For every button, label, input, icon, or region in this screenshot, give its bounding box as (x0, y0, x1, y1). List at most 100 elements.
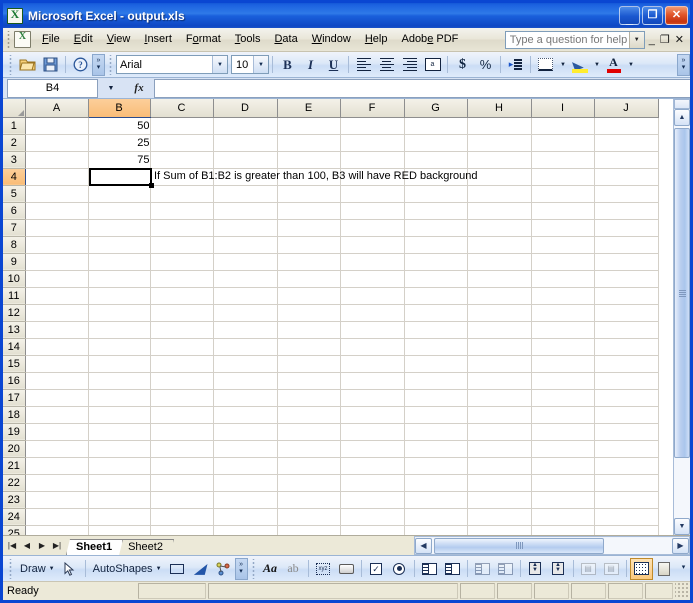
label-control-icon[interactable]: Aa (259, 558, 282, 580)
cell-h5[interactable] (467, 185, 532, 203)
cell-i11[interactable] (531, 287, 595, 305)
cell-b8[interactable] (88, 236, 151, 254)
cell-f16[interactable] (340, 372, 405, 390)
cell-j20[interactable] (594, 440, 659, 458)
formatting-toolbar-drag-handle[interactable] (107, 54, 114, 75)
cell-j1[interactable] (594, 117, 659, 135)
cell-d13[interactable] (213, 321, 278, 339)
cell-h22[interactable] (467, 474, 532, 492)
cell-i19[interactable] (531, 423, 595, 441)
cell-g10[interactable] (404, 270, 468, 288)
cell-c3[interactable] (150, 151, 214, 169)
cell-f9[interactable] (340, 253, 405, 271)
percent-button[interactable]: % (474, 54, 497, 76)
resize-grip-icon[interactable] (675, 583, 689, 599)
doc-close-button[interactable]: ✕ (675, 33, 684, 46)
cell-a8[interactable] (25, 236, 89, 254)
cell-e12[interactable] (277, 304, 341, 322)
cell-j10[interactable] (594, 270, 659, 288)
select-objects-icon[interactable] (59, 558, 82, 580)
cell-f8[interactable] (340, 236, 405, 254)
cell-f25[interactable] (340, 525, 405, 535)
cell-d1[interactable] (213, 117, 278, 135)
row-header-25[interactable]: 25 (3, 525, 26, 535)
cell-h24[interactable] (467, 508, 532, 526)
sheet-tab-sheet2[interactable]: Sheet2 (118, 539, 174, 555)
cell-g20[interactable] (404, 440, 468, 458)
cell-j15[interactable] (594, 355, 659, 373)
align-left-button[interactable] (352, 54, 375, 76)
row-header-8[interactable]: 8 (3, 236, 26, 254)
cell-h8[interactable] (467, 236, 532, 254)
cell-b19[interactable] (88, 423, 151, 441)
cell-c17[interactable] (150, 389, 214, 407)
cell-e14[interactable] (277, 338, 341, 356)
cell-d19[interactable] (213, 423, 278, 441)
drawing-toolbar-options-button[interactable]: » ▾ (234, 557, 248, 580)
merge-and-center-button[interactable]: a (421, 54, 444, 76)
cell-h10[interactable] (467, 270, 532, 288)
cell-f11[interactable] (340, 287, 405, 305)
cell-g3[interactable] (404, 151, 468, 169)
cell-e25[interactable] (277, 525, 341, 535)
cell-b21[interactable] (88, 457, 151, 475)
menu-item-adobe-pdf[interactable]: Adobe PDF (394, 30, 465, 49)
font-color-button[interactable]: A (602, 54, 625, 76)
textbox-control-icon[interactable]: ab (282, 558, 305, 580)
cell-d23[interactable] (213, 491, 278, 509)
cell-d10[interactable] (213, 270, 278, 288)
cell-h7[interactable] (467, 219, 532, 237)
cell-j6[interactable] (594, 202, 659, 220)
cell-i1[interactable] (531, 117, 595, 135)
cell-j8[interactable] (594, 236, 659, 254)
cell-i16[interactable] (531, 372, 595, 390)
cell-f7[interactable] (340, 219, 405, 237)
cell-e16[interactable] (277, 372, 341, 390)
bold-button[interactable]: B (276, 54, 299, 76)
toggle-button-control-icon[interactable] (471, 558, 494, 580)
listbox-control-icon[interactable] (418, 558, 441, 580)
cell-d22[interactable] (213, 474, 278, 492)
cell-d18[interactable] (213, 406, 278, 424)
column-header-b[interactable]: B (88, 99, 151, 118)
cell-f5[interactable] (340, 185, 405, 203)
cell-i17[interactable] (531, 389, 595, 407)
cell-f14[interactable] (340, 338, 405, 356)
save-icon[interactable] (39, 54, 62, 76)
column-header-f[interactable]: F (340, 99, 405, 118)
vertical-split-handle[interactable] (674, 99, 690, 109)
cell-a6[interactable] (25, 202, 89, 220)
cell-b15[interactable] (88, 355, 151, 373)
cell-h17[interactable] (467, 389, 532, 407)
cell-h1[interactable] (467, 117, 532, 135)
vertical-scrollbar[interactable]: ▲ ▼ (673, 99, 690, 535)
column-header-j[interactable]: J (594, 99, 659, 118)
cell-b25[interactable] (88, 525, 151, 535)
cell-f18[interactable] (340, 406, 405, 424)
cell-a17[interactable] (25, 389, 89, 407)
cell-d3[interactable] (213, 151, 278, 169)
row-header-5[interactable]: 5 (3, 185, 26, 203)
cell-j13[interactable] (594, 321, 659, 339)
cell-b7[interactable] (88, 219, 151, 237)
cell-c23[interactable] (150, 491, 214, 509)
cell-g13[interactable] (404, 321, 468, 339)
cell-b16[interactable] (88, 372, 151, 390)
row-header-10[interactable]: 10 (3, 270, 26, 288)
cell-e19[interactable] (277, 423, 341, 441)
properties-control-icon[interactable]: ▤ (577, 558, 600, 580)
scroll-left-button[interactable]: ◀ (415, 537, 432, 554)
cell-g24[interactable] (404, 508, 468, 526)
row-header-2[interactable]: 2 (3, 134, 26, 152)
cell-i6[interactable] (531, 202, 595, 220)
cell-e11[interactable] (277, 287, 341, 305)
spin-button-control-icon[interactable]: ▲ ▼ (524, 558, 547, 580)
cell-e21[interactable] (277, 457, 341, 475)
cell-g25[interactable] (404, 525, 468, 535)
cell-a19[interactable] (25, 423, 89, 441)
cell-f23[interactable] (340, 491, 405, 509)
cell-a4[interactable] (25, 168, 89, 186)
cell-i13[interactable] (531, 321, 595, 339)
borders-button[interactable] (534, 54, 557, 76)
row-header-21[interactable]: 21 (3, 457, 26, 475)
